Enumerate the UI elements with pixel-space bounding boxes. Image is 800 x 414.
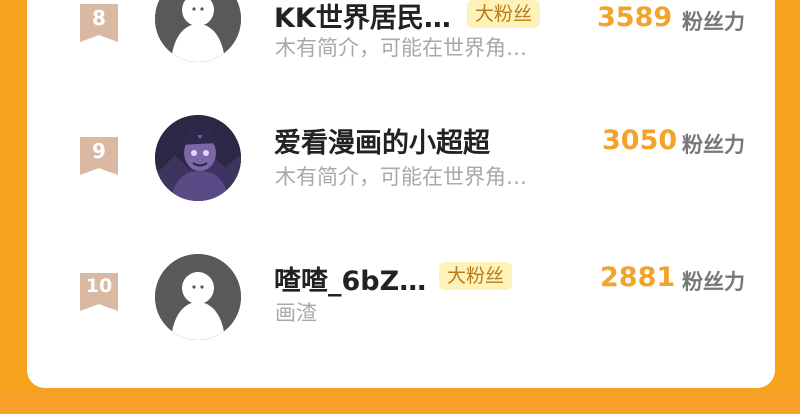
avatar[interactable] [155, 0, 241, 62]
default-avatar-icon [155, 0, 241, 62]
fan-power-count: 2881 [600, 262, 676, 293]
fan-power-label: 粉丝力 [682, 10, 745, 34]
rank-badge: 10 [80, 273, 118, 311]
list-item[interactable]: 8 KK世界居民… 大粉丝 木有简介，可能在世界角… 3589 粉丝力 [27, 0, 800, 80]
rank-number: 8 [92, 6, 106, 30]
character-avatar-icon [155, 115, 241, 201]
rank-badge: 9 [80, 137, 118, 175]
user-description: 木有简介，可能在世界角… [275, 165, 527, 189]
user-description: 画渣 [275, 301, 317, 325]
big-fan-badge: 大粉丝 [467, 0, 541, 28]
list-item[interactable]: 10 喳喳_6bZ… 大粉丝 画渣 2881 粉丝力 [27, 250, 800, 350]
avatar[interactable] [155, 254, 241, 340]
bottom-band [0, 392, 800, 414]
user-name[interactable]: 爱看漫画的小超超 [274, 121, 490, 160]
fan-power-label: 粉丝力 [682, 133, 745, 157]
big-fan-badge: 大粉丝 [439, 262, 513, 290]
default-avatar-icon [155, 254, 241, 340]
user-description: 木有简介，可能在世界角… [275, 36, 527, 60]
rank-number: 9 [92, 139, 106, 163]
fan-power-count: 3589 [597, 2, 673, 33]
user-name[interactable]: 喳喳_6bZ… [274, 259, 426, 298]
list-item[interactable]: 9 爱看漫画的小超超 木有简介，可能在世界角… 3050 粉丝力 [27, 111, 800, 211]
rank-number: 10 [85, 275, 113, 297]
fan-ranking-card: 8 KK世界居民… 大粉丝 木有简介，可能在世界角… 3589 粉丝力 9 爱看… [27, 0, 775, 388]
avatar[interactable] [155, 115, 241, 201]
fan-power-count: 3050 [602, 125, 678, 156]
rank-badge: 8 [80, 4, 118, 42]
fan-power-label: 粉丝力 [682, 270, 745, 294]
user-name[interactable]: KK世界居民… [274, 0, 451, 35]
